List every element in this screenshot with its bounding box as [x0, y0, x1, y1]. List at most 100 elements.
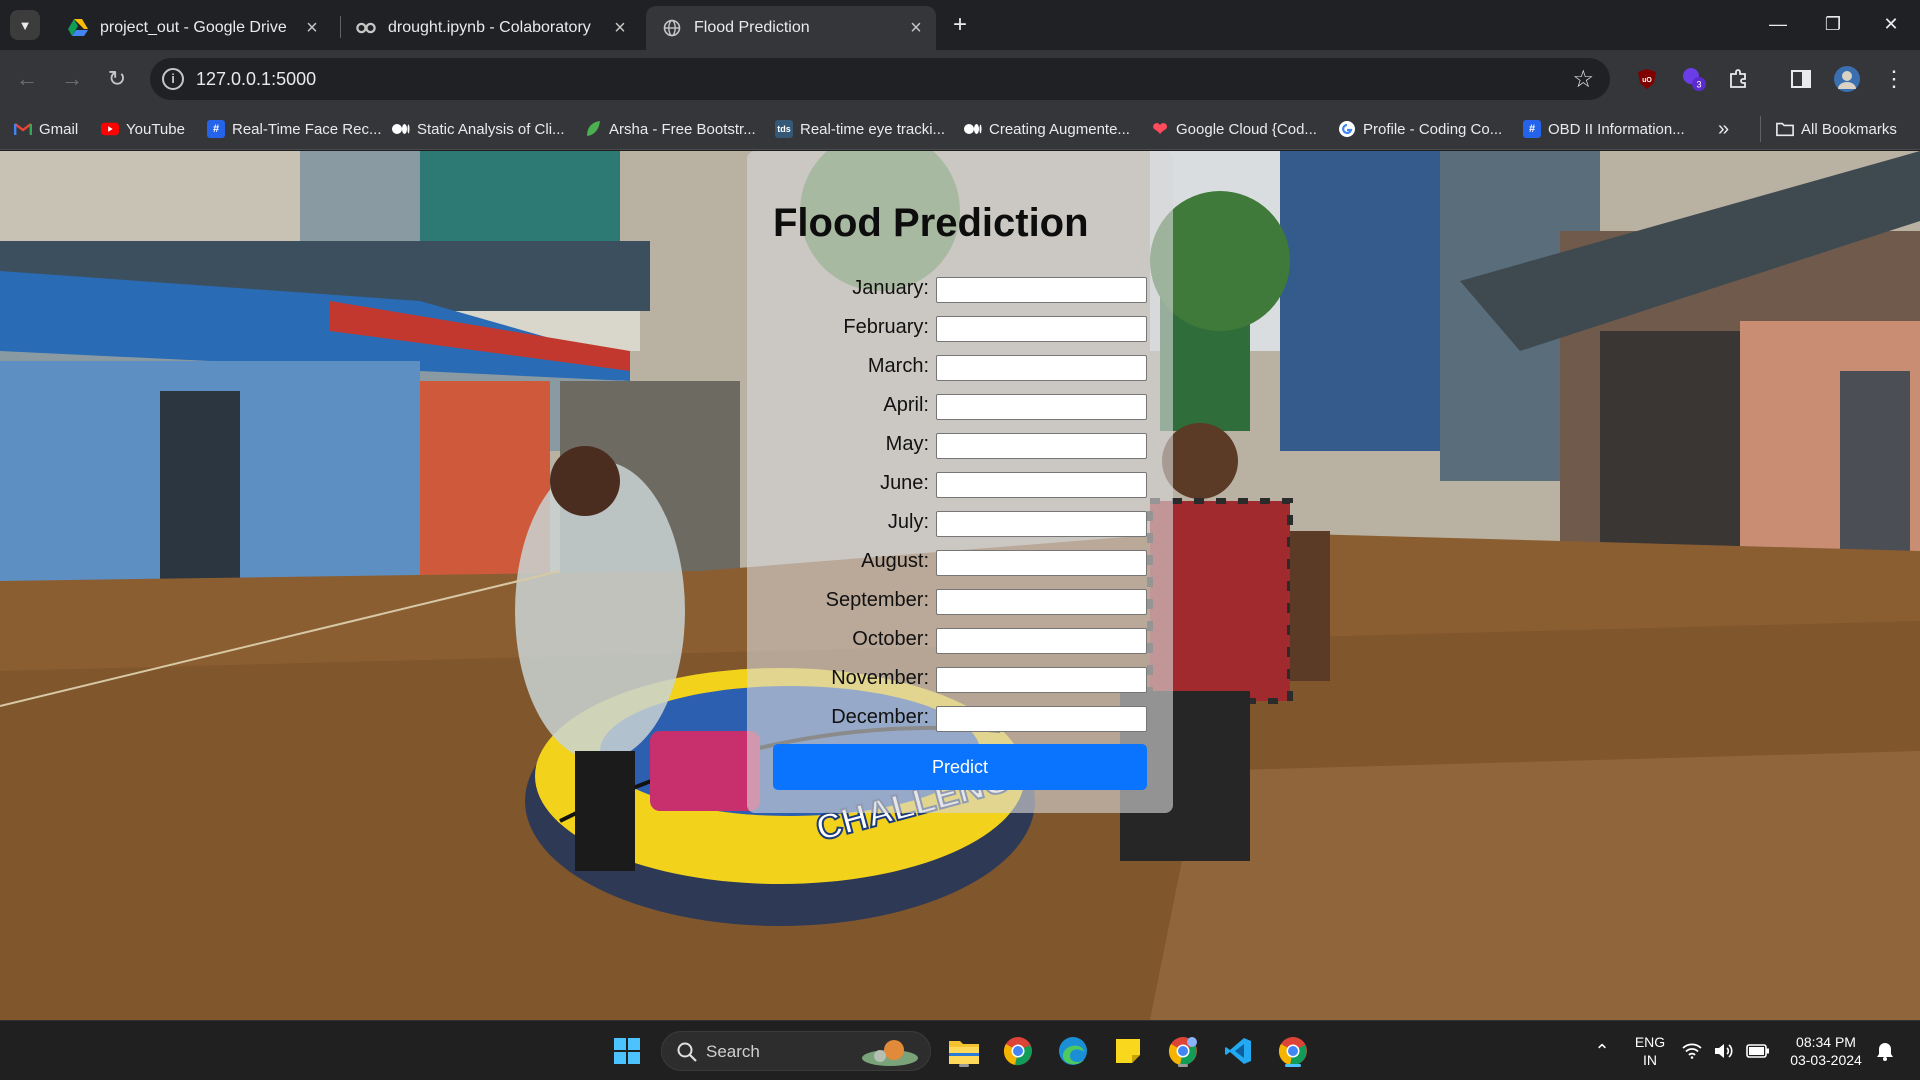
chrome-profile-icon[interactable] — [1165, 1033, 1201, 1069]
page-title: Flood Prediction — [773, 201, 1089, 245]
june-input[interactable] — [936, 472, 1147, 498]
chevron-up-icon[interactable]: ⌃ — [1584, 1033, 1620, 1069]
back-button[interactable]: ← — [12, 64, 42, 94]
september-input[interactable] — [936, 589, 1147, 615]
kebab-menu-icon[interactable]: ⋮ — [1880, 65, 1908, 93]
date-text: 03-03-2024 — [1790, 1052, 1862, 1068]
extension-badge-icon[interactable]: 3 — [1680, 65, 1708, 93]
bookmark-gmail[interactable]: Gmail — [14, 118, 78, 140]
bookmark-google-cloud[interactable]: ❤ Google Cloud {Cod... — [1151, 118, 1316, 140]
browser-toolbar: ← → ↻ i 127.0.0.1:5000 ☆ uO 3 ⋮ — [0, 50, 1920, 108]
bookmark-eye-tracking[interactable]: tds Real-time eye tracki... — [775, 118, 945, 140]
url-text[interactable]: 127.0.0.1:5000 — [196, 69, 316, 90]
november-input[interactable] — [936, 667, 1147, 693]
notification-bell-icon[interactable] — [1870, 1033, 1900, 1069]
close-tab-icon[interactable]: × — [902, 17, 930, 40]
bookmark-label: Static Analysis of Cli... — [417, 120, 565, 138]
address-bar[interactable]: i 127.0.0.1:5000 ☆ — [150, 58, 1610, 100]
bookmark-obd[interactable]: # OBD II Information... — [1523, 118, 1685, 140]
bookmarks-divider — [1760, 116, 1761, 142]
hashnode-icon: # — [1523, 120, 1541, 138]
language-code: ENG — [1634, 1034, 1666, 1050]
bookmark-label: YouTube — [126, 120, 185, 138]
new-tab-button[interactable]: + — [946, 12, 974, 40]
wifi-icon[interactable] — [1679, 1033, 1705, 1069]
medium-icon — [392, 120, 410, 138]
bookmark-face-recognition[interactable]: # Real-Time Face Rec... — [207, 118, 381, 140]
may-label: May: — [885, 433, 929, 455]
chrome-icon[interactable] — [1000, 1033, 1036, 1069]
arrow-left-icon: ← — [16, 66, 38, 91]
tab-colab[interactable]: drought.ipynb - Colaboratory × — [340, 6, 640, 50]
march-input[interactable] — [936, 355, 1147, 381]
april-input[interactable] — [936, 394, 1147, 420]
chevron-down-icon: ▼ — [18, 17, 32, 33]
bookmark-arsha[interactable]: Arsha - Free Bootstr... — [584, 118, 756, 140]
hashnode-icon: # — [207, 120, 225, 138]
windows-taskbar: Search ⌃ ENG IN 08:34 PM 03-03-2024 — [0, 1020, 1920, 1080]
ublock-icon[interactable]: uO — [1633, 65, 1661, 93]
tab-title: drought.ipynb - Colaboratory — [388, 19, 591, 36]
tds-icon: tds — [775, 120, 793, 138]
close-icon: ✕ — [1883, 14, 1899, 34]
minimize-button[interactable]: — — [1753, 8, 1803, 40]
forward-button[interactable]: → — [57, 64, 87, 94]
close-tab-icon[interactable]: × — [298, 17, 326, 40]
all-bookmarks-button[interactable]: All Bookmarks — [1776, 118, 1897, 140]
bookmark-static-analysis[interactable]: Static Analysis of Cli... — [392, 118, 565, 140]
file-explorer-icon[interactable] — [946, 1033, 982, 1069]
youtube-icon — [101, 120, 119, 138]
tab-google-drive[interactable]: project_out - Google Drive × — [52, 6, 332, 50]
july-input[interactable] — [936, 511, 1147, 537]
flood-prediction-form: Flood Prediction January: February: Marc… — [747, 151, 1173, 813]
side-panel-icon[interactable] — [1787, 65, 1815, 93]
site-info-icon[interactable]: i — [162, 68, 184, 90]
september-label: September: — [825, 589, 929, 611]
start-button[interactable] — [609, 1033, 645, 1069]
profile-avatar[interactable] — [1833, 65, 1861, 93]
predict-button[interactable]: Predict — [773, 744, 1147, 790]
close-window-button[interactable]: ✕ — [1866, 8, 1916, 40]
october-label: October: — [852, 628, 929, 650]
sticky-notes-icon[interactable] — [1110, 1033, 1146, 1069]
bookmark-label: Gmail — [39, 120, 79, 138]
search-highlight-icon — [862, 1040, 918, 1066]
edge-icon[interactable] — [1055, 1033, 1091, 1069]
march-label: March: — [867, 355, 929, 377]
extensions-puzzle-icon[interactable] — [1724, 65, 1752, 93]
bookmark-coding-profile[interactable]: Profile - Coding Co... — [1338, 118, 1502, 140]
star-icon[interactable]: ☆ — [1572, 65, 1594, 94]
double-chevron-right-icon: » — [1718, 117, 1730, 140]
april-label: April: — [883, 394, 929, 416]
folder-icon — [1776, 120, 1794, 138]
december-input[interactable] — [936, 706, 1147, 732]
clock[interactable]: 08:34 PM 03-03-2024 — [1780, 1033, 1872, 1069]
reload-button[interactable]: ↻ — [102, 64, 132, 94]
february-input[interactable] — [936, 316, 1147, 342]
plus-icon: + — [952, 11, 967, 38]
more-bookmarks-button[interactable]: » — [1718, 118, 1729, 140]
restore-button[interactable]: ❐ — [1808, 8, 1858, 40]
vscode-icon[interactable] — [1220, 1033, 1256, 1069]
google-icon — [1338, 120, 1356, 138]
may-input[interactable] — [936, 433, 1147, 459]
close-tab-icon[interactable]: × — [606, 17, 634, 40]
july-label: July: — [887, 511, 929, 533]
chrome-active-icon[interactable] — [1275, 1033, 1311, 1069]
tab-flood-prediction[interactable]: Flood Prediction × — [646, 6, 936, 50]
taskbar-search-box[interactable]: Search — [661, 1031, 931, 1071]
tab-search-button[interactable]: ▼ — [10, 10, 40, 40]
volume-icon[interactable] — [1711, 1033, 1737, 1069]
language-indicator[interactable]: ENG IN — [1630, 1033, 1670, 1069]
january-input[interactable] — [936, 277, 1147, 303]
august-input[interactable] — [936, 550, 1147, 576]
november-label: November: — [831, 667, 929, 689]
google-drive-icon — [68, 18, 88, 38]
bookmark-label: All Bookmarks — [1801, 120, 1897, 138]
battery-icon[interactable] — [1743, 1033, 1773, 1069]
october-input[interactable] — [936, 628, 1147, 654]
bookmark-youtube[interactable]: YouTube — [101, 118, 185, 140]
tab-strip: ▼ project_out - Google Drive × drought.i… — [0, 0, 1920, 50]
bookmark-augmented[interactable]: Creating Augmente... — [964, 118, 1130, 140]
minimize-icon: — — [1769, 14, 1787, 34]
